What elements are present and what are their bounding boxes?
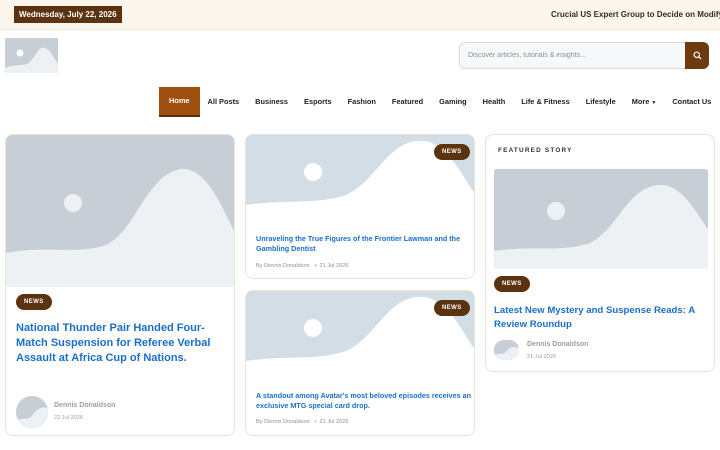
search-button[interactable]	[685, 42, 709, 69]
nav-more[interactable]: More ▼	[624, 88, 665, 117]
nav-more-label: More	[631, 96, 650, 106]
nav-all-posts[interactable]: All Posts	[200, 88, 248, 116]
nav-fashion[interactable]: Fashion	[340, 88, 384, 116]
search-icon	[692, 51, 702, 60]
main-story-title[interactable]: National Thunder Pair Handed Four-Match …	[16, 321, 221, 366]
nav-featured[interactable]: Featured	[384, 88, 431, 116]
story-date: 21 Jul 2026	[319, 419, 349, 425]
story-byline[interactable]: By Dennis Donaldson	[256, 263, 310, 269]
story-meta: By Dennis Donaldson • 21 Jul 2026	[256, 263, 348, 269]
story-card[interactable]: NEWS A standout among Avatar's most belo…	[245, 290, 475, 436]
chevron-down-icon: ▼	[651, 99, 657, 106]
nav-lifestyle[interactable]: Lifestyle	[578, 88, 624, 116]
top-bar: Wednesday, July 22, 2026 Crucial US Expe…	[0, 0, 720, 30]
post-date: 21 Jul 2026	[527, 354, 556, 360]
story-title[interactable]: Unraveling the True Figures of the Front…	[256, 234, 471, 254]
main-story-card[interactable]: NEWS National Thunder Pair Handed Four-M…	[5, 134, 235, 436]
nav-business[interactable]: Business	[247, 88, 296, 116]
nav-esports[interactable]: Esports	[296, 88, 340, 116]
meta-separator: •	[311, 263, 318, 269]
author-avatar	[494, 340, 519, 360]
featured-story-card[interactable]: FEATURED STORY NEWS Latest New Mystery a…	[485, 134, 715, 372]
main-nav: Home All Posts Business Esports Fashion …	[159, 87, 719, 117]
avatar-placeholder-icon	[16, 396, 48, 428]
story-date: 21 Jul 2026	[319, 263, 349, 269]
news-badge[interactable]: NEWS	[434, 300, 470, 316]
search-bar	[459, 42, 709, 69]
news-ticker[interactable]: Crucial US Expert Group to Decide on Mod…	[551, 10, 720, 19]
meta-separator: •	[311, 419, 318, 425]
featured-story-title[interactable]: Latest New Mystery and Suspense Reads: A…	[494, 304, 709, 331]
nav-health[interactable]: Health	[475, 88, 514, 116]
nav-life-fitness[interactable]: Life & Fitness	[513, 88, 577, 116]
featured-story-image[interactable]	[494, 169, 708, 269]
story-card[interactable]: NEWS Unraveling the True Figures of the …	[245, 134, 475, 279]
author-name[interactable]: Dennis Donaldson	[54, 402, 115, 409]
news-badge[interactable]: NEWS	[434, 144, 470, 160]
author-name[interactable]: Dennis Donaldson	[527, 341, 588, 348]
post-date: 22 Jul 2026	[54, 415, 83, 421]
image-placeholder-icon	[494, 169, 708, 269]
story-byline[interactable]: By Dennis Donaldson	[256, 419, 310, 425]
news-badge[interactable]: NEWS	[494, 276, 530, 292]
nav-gaming[interactable]: Gaming	[431, 88, 475, 116]
date-badge: Wednesday, July 22, 2026	[14, 6, 122, 23]
nav-contact-us[interactable]: Contact Us	[664, 88, 719, 116]
image-placeholder-icon	[5, 38, 58, 73]
site-logo[interactable]	[5, 38, 58, 73]
featured-story-heading: FEATURED STORY	[498, 147, 573, 154]
nav-home[interactable]: Home	[159, 87, 200, 117]
image-placeholder-icon	[6, 135, 234, 287]
avatar-placeholder-icon	[494, 340, 519, 360]
story-title[interactable]: A standout among Avatar's most beloved e…	[256, 391, 471, 411]
news-badge[interactable]: NEWS	[16, 294, 52, 310]
author-avatar	[16, 396, 48, 428]
main-story-image[interactable]	[6, 135, 234, 287]
story-meta: By Dennis Donaldson • 21 Jul 2026	[256, 419, 348, 425]
search-input[interactable]	[468, 43, 678, 68]
